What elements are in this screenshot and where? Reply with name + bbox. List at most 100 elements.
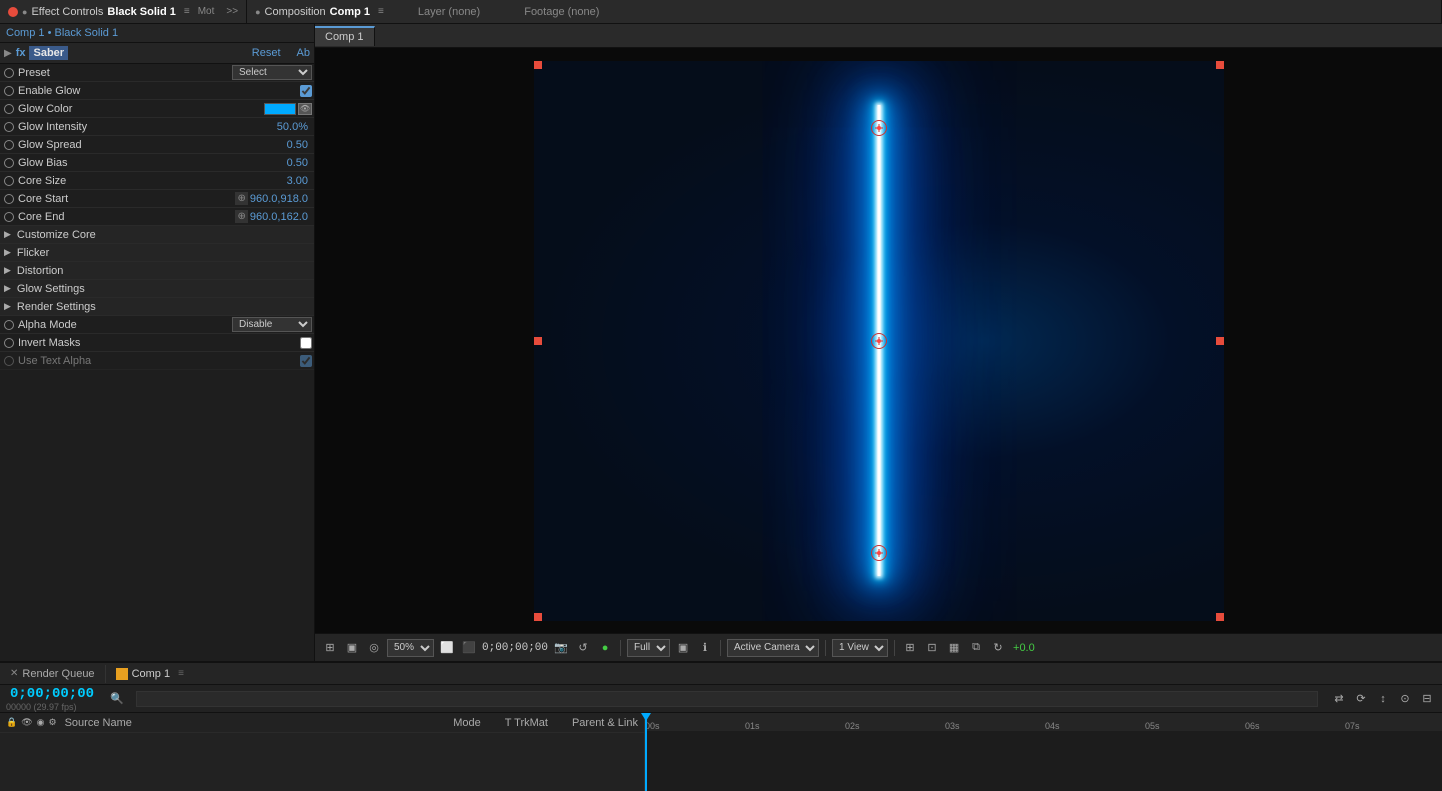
fit-icon[interactable]: ⬜ [438, 639, 456, 657]
ctrl-point-mid[interactable] [871, 333, 887, 349]
ctrl-point-top-v [878, 124, 879, 132]
composition-title: Composition [265, 6, 326, 18]
preset-select[interactable]: Select [232, 65, 312, 80]
zoom-select[interactable]: 50% [387, 639, 434, 657]
core-size-value[interactable]: 3.00 [287, 175, 312, 187]
refresh-icon[interactable]: ↺ [574, 639, 592, 657]
comp-tab[interactable]: Comp 1 [315, 26, 375, 46]
glow-settings-expand[interactable]: ▶ [4, 283, 11, 294]
comp-timeline-tab[interactable]: Comp 1 ≡ [106, 665, 194, 683]
grid2-icon[interactable]: ⊞ [901, 639, 919, 657]
glow-intensity-value[interactable]: 50.0% [277, 121, 312, 133]
corner-handle-mr[interactable] [1216, 337, 1224, 345]
distortion-row[interactable]: ▶ Distortion [0, 262, 314, 280]
timeline-icon-1[interactable]: ⇄ [1330, 690, 1348, 708]
timeline-icon-3[interactable]: ↕ [1374, 690, 1392, 708]
ctrl-point-top[interactable] [871, 120, 887, 136]
tick-7: 07s [1345, 721, 1360, 731]
core-end-row: Core End ⊕ 960.0,162.0 [0, 208, 314, 226]
reset-button[interactable]: Reset [252, 47, 281, 59]
corner-handle-br[interactable] [1216, 613, 1224, 621]
render-settings-expand[interactable]: ▶ [4, 301, 11, 312]
camera-icon[interactable]: 📷 [552, 639, 570, 657]
ctrl-point-bot[interactable] [871, 545, 887, 561]
glow-settings-row[interactable]: ▶ Glow Settings [0, 280, 314, 298]
grid-icon[interactable]: ⊞ [321, 639, 339, 657]
playhead[interactable] [645, 713, 647, 791]
corner-handle-tl[interactable] [534, 61, 542, 69]
color-icon[interactable]: ● [596, 639, 614, 657]
invert-masks-checkbox[interactable] [300, 337, 312, 349]
core-start-target-icon[interactable]: ⊕ [235, 192, 247, 205]
layers-icon[interactable]: ⧉ [967, 639, 985, 657]
glow-spread-value[interactable]: 0.50 [287, 139, 312, 151]
glow-settings-label: Glow Settings [17, 283, 85, 295]
render-queue-close[interactable]: ✕ [10, 668, 18, 679]
effect-controls-menu-icon[interactable]: ≡ [184, 6, 190, 17]
timeline-icon-2[interactable]: ⟳ [1352, 690, 1370, 708]
divider-3 [825, 640, 826, 656]
preset-icon [4, 68, 14, 78]
core-start-label: Core Start [18, 193, 68, 205]
toggle-icon[interactable]: ⬛ [460, 639, 478, 657]
search-bar[interactable] [136, 691, 1318, 707]
chart-icon[interactable]: ▦ [945, 639, 963, 657]
timeline-icon-4[interactable]: ⊙ [1396, 690, 1414, 708]
toggle-arrow[interactable]: ▶ [4, 48, 12, 59]
corner-handle-ml[interactable] [534, 337, 542, 345]
distortion-expand[interactable]: ▶ [4, 265, 11, 276]
info-icon[interactable]: ℹ [696, 639, 714, 657]
comp-menu-icon[interactable]: ≡ [378, 6, 384, 17]
tick-4: 04s [1045, 721, 1060, 731]
ctrl-point-bot-v [878, 549, 879, 557]
quality-icon[interactable]: ▣ [674, 639, 692, 657]
core-size-row: Core Size 3.00 [0, 172, 314, 190]
color-box[interactable] [264, 103, 296, 115]
close-button[interactable] [8, 7, 18, 17]
eye-track-icon[interactable]: 👁 [21, 717, 32, 728]
track-settings-icon[interactable]: ⚙ [49, 717, 57, 728]
solo-icon[interactable]: ◉ [37, 717, 45, 728]
main-content: Comp 1 • Black Solid 1 ▶ fx Saber Reset … [0, 24, 1442, 661]
flicker-row[interactable]: ▶ Flicker [0, 244, 314, 262]
timecode-display[interactable]: 0;00;00;00 [482, 642, 548, 654]
render-queue-tab[interactable]: ✕ Render Queue [0, 665, 106, 683]
about-button[interactable]: Ab [297, 47, 310, 59]
core-start-value[interactable]: 960.0,918.0 [250, 193, 312, 205]
timeline-icon-5[interactable]: ⊟ [1418, 690, 1436, 708]
enable-glow-checkbox[interactable] [300, 85, 312, 97]
main-timecode[interactable]: 0;00;00;00 [6, 686, 98, 702]
snap-icon[interactable]: ⊡ [923, 639, 941, 657]
monitor-icon[interactable]: ▣ [343, 639, 361, 657]
alpha-mode-select[interactable]: Disable [232, 317, 312, 332]
distortion-label: Distortion [17, 265, 63, 277]
view-select[interactable]: 1 View [832, 639, 888, 657]
customize-core-expand[interactable]: ▶ [4, 229, 11, 240]
flicker-label: Flicker [17, 247, 49, 259]
core-end-value[interactable]: 960.0,162.0 [250, 211, 312, 223]
core-end-target-icon[interactable]: ⊕ [235, 210, 247, 223]
customize-core-row[interactable]: ▶ Customize Core [0, 226, 314, 244]
tick-2: 02s [845, 721, 860, 731]
lock-icon[interactable]: 🔒 [6, 717, 17, 728]
color-eye-icon[interactable]: 👁 [298, 103, 312, 115]
tick-0: 00s [645, 721, 660, 731]
quality-select[interactable]: Full [627, 639, 670, 657]
refresh2-icon[interactable]: ↻ [989, 639, 1007, 657]
comp1-tab-menu[interactable]: ≡ [178, 668, 184, 679]
corner-handle-tr[interactable] [1216, 61, 1224, 69]
expand-icon[interactable]: >> [226, 6, 238, 17]
camera-select[interactable]: Active Camera [727, 639, 819, 657]
corner-handle-bl[interactable] [534, 613, 542, 621]
offset-value[interactable]: +0.0 [1011, 642, 1037, 654]
search-icon[interactable]: 🔍 [110, 692, 124, 705]
composition-panel: Comp 1 [315, 24, 1442, 661]
glow-bias-value[interactable]: 0.50 [287, 157, 312, 169]
flicker-expand[interactable]: ▶ [4, 247, 11, 258]
render-settings-row[interactable]: ▶ Render Settings [0, 298, 314, 316]
comp-canvas [534, 61, 1224, 621]
effect-controls-title: Effect Controls [31, 6, 103, 18]
comp-viewport[interactable] [315, 48, 1442, 633]
circle-icon[interactable]: ◎ [365, 639, 383, 657]
use-text-alpha-checkbox[interactable] [300, 355, 312, 367]
